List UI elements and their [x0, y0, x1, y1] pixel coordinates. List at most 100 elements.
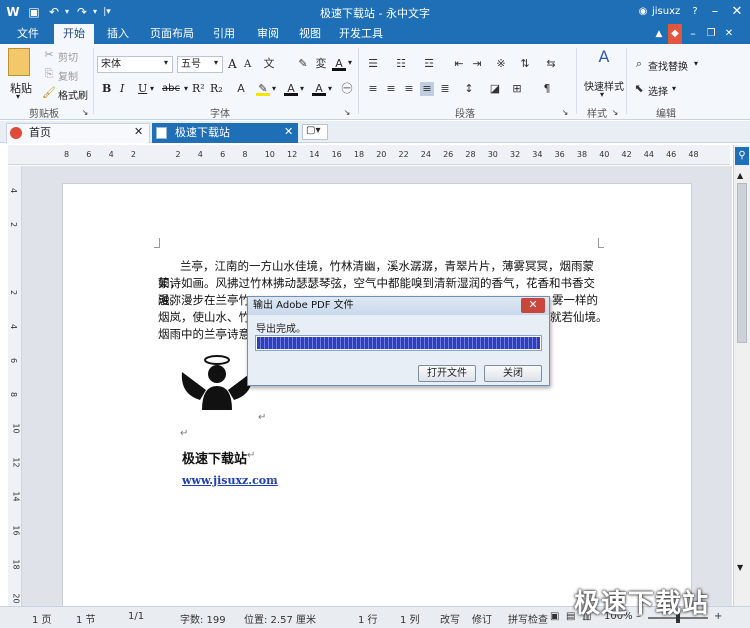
tab-view[interactable]: 视图 [290, 24, 330, 44]
phonetic-icon[interactable]: 文 [262, 57, 276, 71]
status-section[interactable]: 1 节 [76, 611, 96, 626]
paragraph-launcher-icon[interactable]: ↘ [560, 106, 570, 117]
find-replace-icon[interactable]: ⌕ [632, 57, 646, 71]
find-replace-button[interactable]: 查找替换 [648, 58, 688, 73]
quick-styles-icon[interactable]: A [594, 49, 614, 72]
new-document-button[interactable]: ▢▾ [302, 124, 328, 140]
doc-tab-home[interactable]: 首页 [6, 123, 150, 143]
doc-close-button[interactable]: ✕ [722, 24, 736, 44]
print-layout-view-icon[interactable]: ▣ [550, 611, 559, 622]
scroll-thumb[interactable] [737, 183, 747, 343]
clear-format-icon[interactable]: ✎ [296, 57, 310, 71]
select-dropdown-icon[interactable]: ▾ [672, 84, 676, 93]
paste-icon[interactable] [8, 48, 30, 76]
scroll-down-icon[interactable]: ▼ [737, 563, 743, 572]
underline-button[interactable]: U [138, 82, 147, 95]
shrink-font-button[interactable]: A [244, 59, 251, 70]
text-direction-icon[interactable]: ⇆ [544, 57, 558, 71]
minimize-button[interactable]: – [704, 2, 726, 22]
numbering-icon[interactable]: ☷ [394, 57, 408, 71]
highlight-icon[interactable]: ✎ [256, 82, 270, 96]
doc-tab-home-close-icon[interactable]: ✕ [134, 125, 143, 138]
superscript-button[interactable]: R² [192, 82, 205, 95]
vertical-scrollbar[interactable]: ⚲ ▲ ▼ [733, 145, 750, 606]
font-color-dropdown-icon[interactable]: ▾ [300, 84, 304, 93]
char-shading-color-icon[interactable]: A [312, 82, 326, 96]
skin-icon[interactable]: ◆ [668, 24, 682, 44]
bold-button[interactable]: B [102, 82, 111, 95]
status-overtype[interactable]: 改写 [440, 611, 460, 626]
increase-indent-icon[interactable]: ⇥ [470, 57, 484, 71]
char-shading-dropdown-icon[interactable]: ▾ [348, 58, 352, 67]
encircle-char-icon[interactable]: ㊀ [340, 82, 354, 96]
tab-layout[interactable]: 页面布局 [144, 24, 200, 44]
highlight-dropdown-icon[interactable]: ▾ [272, 84, 276, 93]
underline-dropdown-icon[interactable]: ▾ [150, 84, 154, 93]
ribbon-collapse-icon[interactable]: ▲ [652, 24, 666, 44]
tab-insert[interactable]: 插入 [98, 24, 138, 44]
doc-tab-active-close-icon[interactable]: ✕ [284, 125, 293, 138]
char-border-icon[interactable]: 変 [314, 57, 328, 71]
status-revise[interactable]: 修订 [472, 611, 492, 626]
select-icon[interactable]: ⬉ [632, 82, 646, 96]
style-launcher-icon[interactable]: ↘ [610, 106, 620, 117]
status-page[interactable]: 1 页 [32, 611, 52, 626]
tab-review[interactable]: 审阅 [248, 24, 288, 44]
tab-home[interactable]: 开始 [54, 24, 94, 44]
location-pin-icon[interactable]: ⚲ [735, 147, 749, 165]
align-left-icon[interactable]: ≡ [366, 82, 380, 96]
doc-minimize-button[interactable]: – [686, 24, 700, 44]
doc-restore-button[interactable]: ❐ [704, 24, 718, 44]
align-right-icon[interactable]: ≡ [402, 82, 416, 96]
paste-dropdown-icon[interactable]: ▾ [16, 92, 20, 101]
italic-button[interactable]: I [120, 82, 124, 95]
tab-references[interactable]: 引用 [204, 24, 244, 44]
font-launcher-icon[interactable]: ↘ [342, 106, 352, 117]
close-window-button[interactable]: ✕ [726, 2, 748, 22]
font-name-dropdown-icon[interactable]: ▾ [164, 58, 168, 67]
doc-tab-active[interactable]: 极速下载站 [152, 123, 298, 143]
help-icon[interactable]: ? [684, 2, 706, 22]
tab-developer[interactable]: 开发工具 [334, 24, 388, 44]
clipboard-launcher-icon[interactable]: ↘ [80, 106, 90, 117]
select-button[interactable]: 选择 [648, 83, 668, 98]
shading-icon[interactable]: ◪ [488, 82, 502, 96]
bullets-icon[interactable]: ☰ [366, 57, 380, 71]
font-color-icon[interactable]: A [284, 82, 298, 96]
char-shading-color-dropdown-icon[interactable]: ▾ [328, 84, 332, 93]
borders-icon[interactable]: ⊞ [510, 82, 524, 96]
subscript-button[interactable]: R₂ [210, 82, 223, 95]
sort-icon[interactable]: ⇅ [518, 57, 532, 71]
status-words[interactable]: 字数: 199 [180, 611, 226, 626]
scroll-up-icon[interactable]: ▲ [737, 171, 743, 180]
align-center-icon[interactable]: ≡ [384, 82, 398, 96]
font-size-dropdown-icon[interactable]: ▾ [214, 58, 218, 67]
decrease-indent-icon[interactable]: ⇤ [452, 57, 466, 71]
cut-button[interactable]: 剪切 [58, 49, 78, 64]
chinese-layout-icon[interactable]: ※ [494, 57, 508, 71]
document-heading[interactable]: 极速下载站 [182, 448, 247, 467]
paragraph-line-tail[interactable]: 就若仙境。 [550, 309, 610, 326]
dialog-close-text-button[interactable]: 关闭 [484, 365, 542, 382]
show-marks-icon[interactable]: ¶ [540, 82, 554, 96]
status-pages[interactable]: 1/1 [128, 611, 144, 622]
format-painter-icon[interactable]: 🖌 [42, 86, 56, 100]
grow-font-button[interactable]: A [228, 57, 237, 71]
open-file-button[interactable]: 打开文件 [418, 365, 476, 382]
status-line[interactable]: 1 行 [358, 611, 378, 626]
font-name-select[interactable]: 宋体 [97, 56, 173, 73]
copy-icon[interactable]: ⎘ [42, 67, 56, 81]
align-distribute-icon[interactable]: ≣ [438, 82, 452, 96]
status-position[interactable]: 位置: 2.57 厘米 [244, 611, 316, 626]
status-column[interactable]: 1 列 [400, 611, 420, 626]
strikethrough-button[interactable]: abc [162, 83, 180, 94]
user-avatar-icon[interactable]: ◉ [636, 3, 650, 21]
align-justify-icon[interactable]: ≡ [420, 82, 434, 96]
paste-button[interactable]: 粘贴 [10, 80, 32, 96]
copy-button[interactable]: 复制 [58, 68, 78, 83]
strikethrough-dropdown-icon[interactable]: ▾ [184, 84, 188, 93]
text-effect-icon[interactable]: A [234, 82, 248, 96]
find-replace-dropdown-icon[interactable]: ▾ [694, 59, 698, 68]
quick-styles-dropdown-icon[interactable]: ▾ [600, 90, 604, 99]
char-shading-icon[interactable]: A [332, 57, 346, 71]
